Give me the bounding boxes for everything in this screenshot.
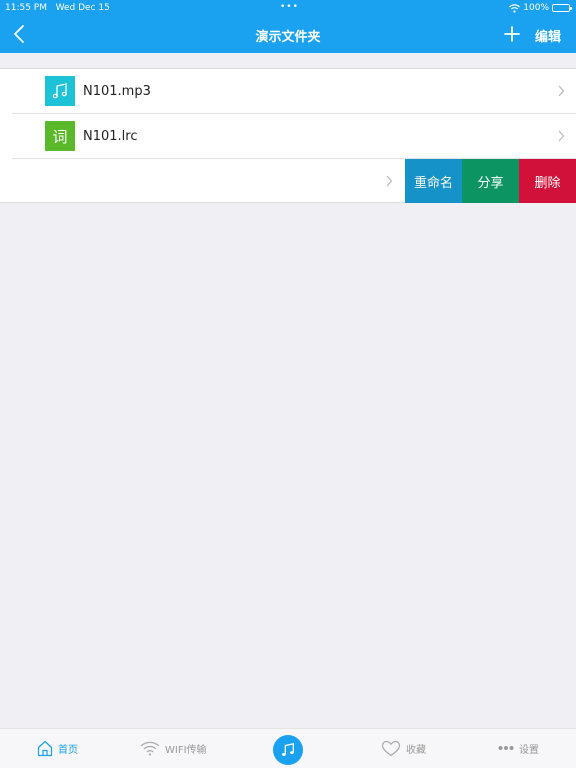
multitasking-dots-icon[interactable]: ••• — [280, 2, 299, 12]
battery-percent: 100% — [523, 3, 549, 13]
tab-favorites[interactable]: 收藏 — [381, 737, 426, 759]
more-dots-icon — [498, 746, 514, 750]
tab-home[interactable]: 首页 — [37, 737, 78, 759]
tab-home-label: 首页 — [58, 744, 78, 756]
chevron-right-icon — [558, 130, 565, 142]
tab-settings[interactable]: 设置 — [498, 737, 539, 759]
chevron-right-icon — [386, 175, 393, 187]
chevron-right-icon — [558, 85, 565, 97]
list-item-n101-lrc[interactable]: 词 N101.lrc — [0, 114, 576, 159]
lyrics-icon: 词 — [45, 121, 75, 151]
delete-button[interactable]: 删除 — [519, 159, 576, 203]
status-bar: 11:55 PM Wed Dec 15 ••• 100% — [0, 0, 576, 16]
tab-bar: 首页 WIFI传输 收藏 设置 — [0, 728, 576, 768]
share-button[interactable]: 分享 — [462, 159, 519, 203]
page-title: 演示文件夹 — [255, 30, 321, 45]
status-right: 100% — [509, 3, 572, 13]
tab-wifi-transfer[interactable]: WIFI传输 — [140, 737, 207, 759]
tab-wifi-label: WIFI传输 — [165, 744, 207, 756]
home-icon — [37, 740, 53, 756]
heart-icon — [381, 740, 401, 756]
battery-icon — [552, 4, 572, 12]
add-plus-icon[interactable] — [503, 25, 521, 43]
navigation-bar: 演示文件夹 编辑 — [0, 16, 576, 53]
music-note-icon — [45, 76, 75, 106]
list-item-n101-mp3[interactable]: N101.mp3 — [0, 69, 576, 114]
music-note-icon — [282, 742, 294, 756]
status-date: Wed Dec 15 — [55, 3, 110, 13]
tab-settings-label: 设置 — [519, 744, 539, 756]
tab-favorites-label: 收藏 — [406, 744, 426, 756]
file-list: N101.mp3 词 N101.lrc 重命名 分享 删除 — [0, 68, 576, 203]
status-time-date: 11:55 PM Wed Dec 15 — [5, 3, 110, 13]
file-name: N101.mp3 — [83, 84, 151, 99]
wifi-icon — [509, 3, 521, 13]
wifi-icon — [140, 741, 160, 756]
edit-button[interactable]: 编辑 — [535, 26, 561, 45]
file-name: N101.lrc — [83, 129, 138, 144]
rename-button[interactable]: 重命名 — [405, 159, 462, 203]
list-item-swiped[interactable]: 重命名 分享 删除 — [0, 159, 576, 203]
status-time: 11:55 PM — [5, 3, 47, 13]
now-playing-button[interactable] — [273, 735, 303, 765]
